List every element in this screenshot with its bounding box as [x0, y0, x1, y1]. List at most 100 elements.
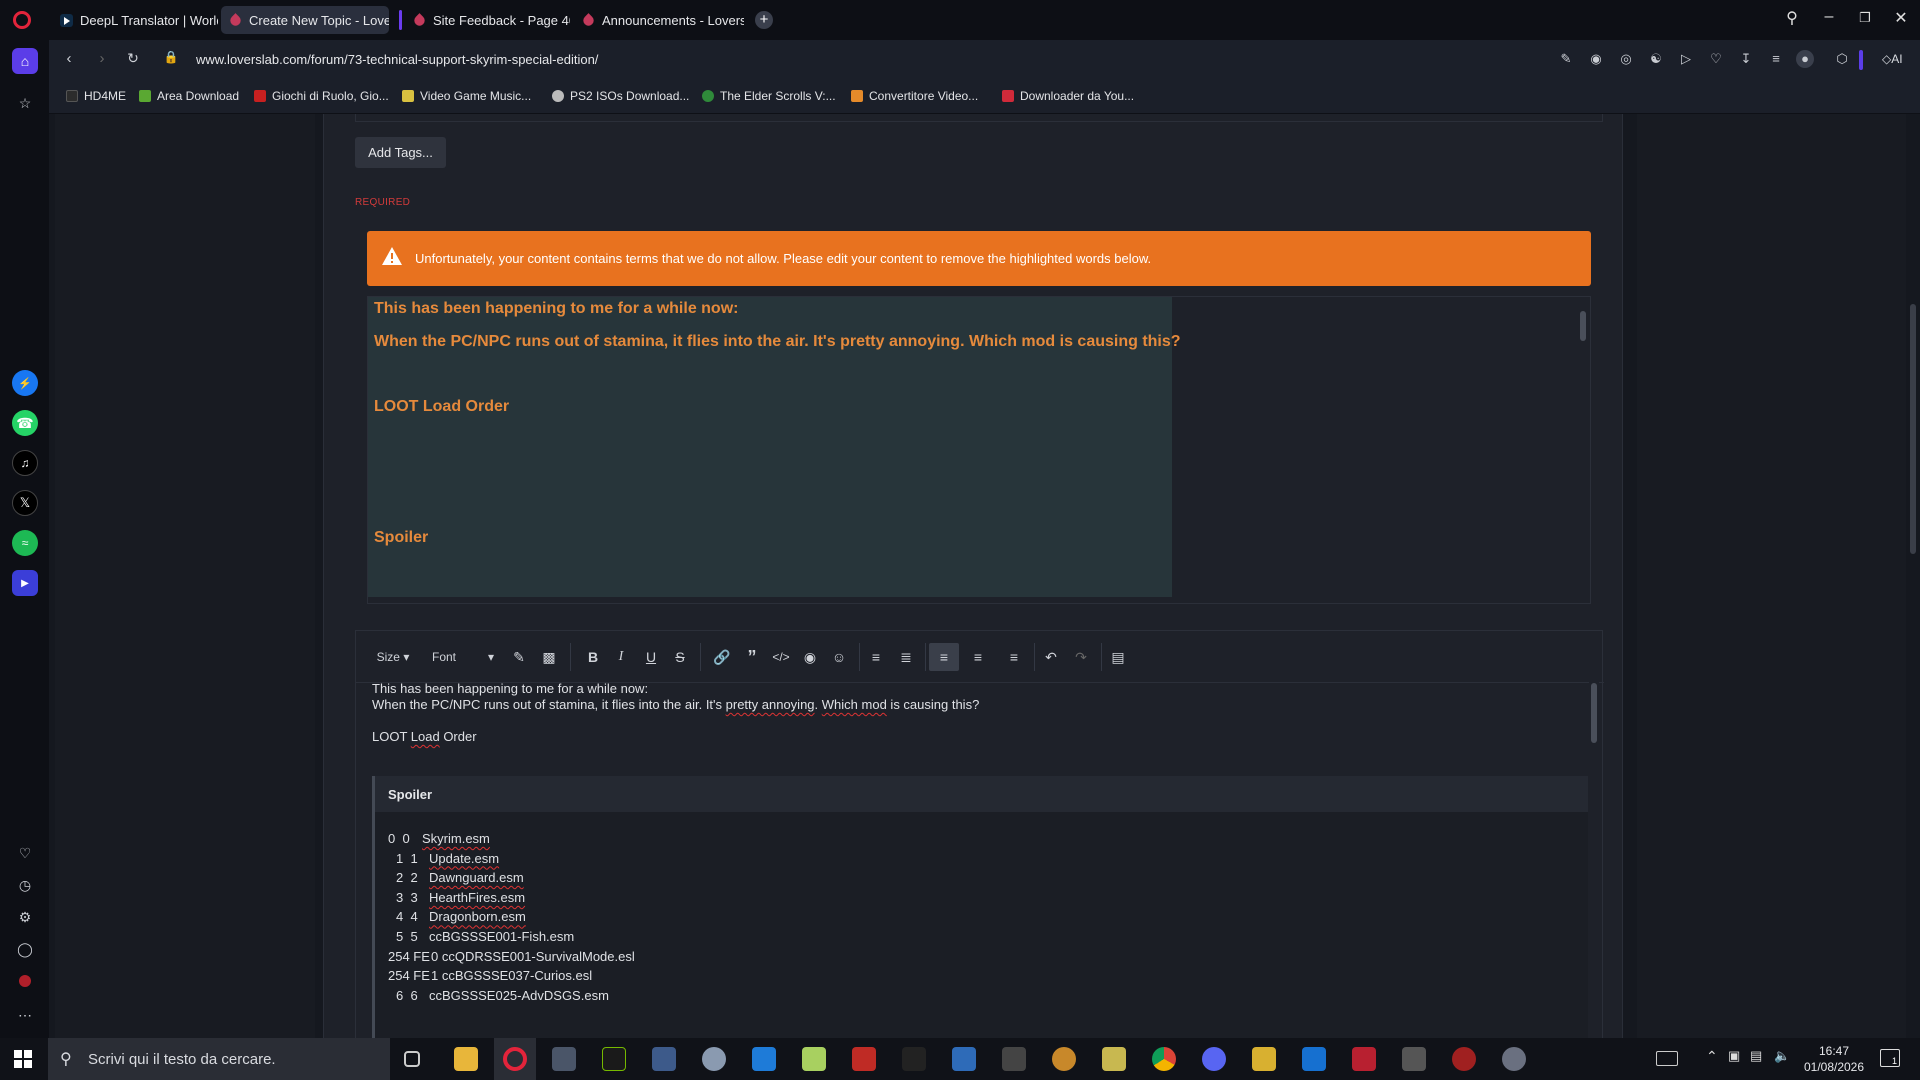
bookmark-ps2-isos[interactable]: PS2 ISOs Download...	[552, 89, 689, 103]
editor-line[interactable]: When the PC/NPC runs out of stamina, it …	[372, 697, 979, 712]
translate-icon[interactable]: ☯	[1647, 50, 1665, 68]
bookmark-area-download[interactable]: Area Download	[139, 89, 239, 103]
shield-icon[interactable]: ◎	[1617, 50, 1635, 68]
heart-bookmark-icon[interactable]: ♡	[1707, 50, 1725, 68]
emoji-icon[interactable]: ☺	[826, 643, 852, 671]
underline-button[interactable]: U	[638, 643, 664, 671]
camera-icon[interactable]: ◉	[1587, 50, 1605, 68]
spoiler-block[interactable]: Spoiler 0 0 Skyrim.esm 1 1 Update.esm 2 2 Daw…	[372, 776, 1588, 1038]
forward-icon[interactable]: ›	[92, 50, 112, 67]
file-explorer-icon[interactable]	[454, 1047, 478, 1071]
preview-scrollbar[interactable]	[1578, 297, 1588, 603]
map-app-icon[interactable]	[1102, 1047, 1126, 1071]
new-tab-button[interactable]: +	[755, 11, 773, 29]
font-dropdown[interactable]: Font ▾	[432, 643, 494, 671]
folder-app-icon[interactable]	[1252, 1047, 1276, 1071]
align-right-button[interactable]: ≡	[1001, 643, 1027, 671]
app-chevron-icon[interactable]	[902, 1047, 926, 1071]
source-view-icon[interactable]: ▤	[1105, 643, 1131, 671]
reload-icon[interactable]: ↻	[123, 50, 143, 67]
play-icon[interactable]: ▷	[1677, 50, 1695, 68]
minimize-button[interactable]: –	[1817, 8, 1841, 26]
volume-icon[interactable]: 🔈	[1774, 1048, 1790, 1064]
task-view-icon[interactable]	[404, 1051, 420, 1067]
extensions-icon[interactable]: ⬡	[1833, 50, 1851, 68]
editor-line[interactable]: This has been happening to me for a whil…	[372, 681, 648, 696]
bold-button[interactable]: B	[580, 643, 606, 671]
puzzle-app-icon[interactable]	[1402, 1047, 1426, 1071]
more-icon[interactable]: ⋯	[12, 1002, 38, 1028]
red-app-icon[interactable]	[1352, 1047, 1376, 1071]
bookmark-hd4me[interactable]: HD4ME	[66, 89, 126, 103]
spoiler-title[interactable]: Spoiler	[375, 776, 1588, 812]
tab-site-feedback[interactable]: Site Feedback - Page 40 -	[405, 6, 570, 34]
download-icon[interactable]: ↧	[1737, 50, 1755, 68]
heart-icon[interactable]: ♡	[12, 840, 38, 866]
tab-announcements[interactable]: Announcements - LoversL	[574, 6, 744, 34]
align-left-button[interactable]: ≡	[929, 643, 959, 671]
blue-app-icon[interactable]	[1302, 1047, 1326, 1071]
bookmark-video-game-music[interactable]: Video Game Music...	[402, 89, 531, 103]
calculator-icon[interactable]	[1002, 1047, 1026, 1071]
home-icon[interactable]: ⌂	[12, 48, 38, 74]
italic-button[interactable]: I	[608, 643, 634, 671]
history-icon[interactable]: ◷	[12, 872, 38, 898]
tab-deepl[interactable]: DeepL Translator | World's	[52, 6, 218, 34]
editor-scroll-thumb[interactable]	[1591, 683, 1597, 743]
bulleted-list-icon[interactable]: ≡	[863, 643, 889, 671]
editor-line[interactable]: LOOT Load Order	[372, 729, 477, 744]
utility-app-icon[interactable]	[702, 1047, 726, 1071]
x-twitter-icon[interactable]: 𝕏	[12, 490, 38, 516]
bookmark-elder-scrolls[interactable]: The Elder Scrolls V:...	[702, 89, 836, 103]
code-icon[interactable]: </>	[768, 643, 794, 671]
numbered-list-icon[interactable]: ≣	[893, 643, 919, 671]
spotify-icon[interactable]: ≈	[12, 530, 38, 556]
windows-start-icon[interactable]	[14, 1050, 32, 1068]
tab-create-new-topic[interactable]: Create New Topic - Lovers	[221, 6, 389, 34]
whatsapp-icon[interactable]: ☎	[12, 410, 38, 436]
chrome-icon[interactable]	[1152, 1047, 1176, 1071]
taskbar-search-input[interactable]: ⚲ Scrivi qui il testo da cercare.	[48, 1038, 390, 1080]
background-color-icon[interactable]: ▩	[536, 643, 562, 671]
nvidia-icon[interactable]	[602, 1047, 626, 1071]
align-center-button[interactable]: ≡	[965, 643, 991, 671]
target-app-icon[interactable]	[1452, 1047, 1476, 1071]
add-tags-button[interactable]: Add Tags...	[355, 137, 446, 168]
page-scrollbar[interactable]	[1906, 114, 1920, 1038]
globe-app-icon[interactable]	[1502, 1047, 1526, 1071]
profile-icon[interactable]: ●	[1796, 50, 1814, 68]
game-app-icon[interactable]	[1052, 1047, 1076, 1071]
windows-app-icon[interactable]	[752, 1047, 776, 1071]
spoiler-eye-icon[interactable]: ◉	[797, 643, 823, 671]
feather-app-icon[interactable]	[652, 1047, 676, 1071]
filezilla-icon[interactable]	[852, 1047, 876, 1071]
back-icon[interactable]: ‹	[59, 50, 79, 67]
aria-ai-button[interactable]: ◇AI	[1882, 52, 1903, 66]
redo-icon[interactable]: ↷	[1068, 643, 1094, 671]
messenger-icon[interactable]: ⚡	[12, 370, 38, 396]
network-icon[interactable]: ▤	[1750, 1048, 1762, 1064]
preview-scroll-thumb[interactable]	[1580, 311, 1586, 341]
taskbar-clock[interactable]: 16:47 01/08/2026	[1800, 1043, 1868, 1075]
tab-search-icon[interactable]: ⚲	[1780, 8, 1804, 28]
notepad-icon[interactable]	[802, 1047, 826, 1071]
quote-icon[interactable]: ”	[739, 643, 765, 671]
discord-icon[interactable]	[1202, 1047, 1226, 1071]
tray-device-icon[interactable]: ▣	[1728, 1048, 1740, 1064]
speed-dial-icon[interactable]: ☆	[12, 90, 38, 116]
notifications-icon[interactable]: 1	[1880, 1049, 1900, 1067]
undo-icon[interactable]: ↶	[1038, 643, 1064, 671]
url-field[interactable]: www.loverslab.com/forum/73-technical-sup…	[196, 52, 598, 67]
size-dropdown[interactable]: Size ▾	[372, 643, 414, 671]
ublock-icon[interactable]	[12, 968, 38, 994]
tiktok-icon[interactable]: ♫	[12, 450, 38, 476]
edit-icon[interactable]: ✎	[1557, 50, 1575, 68]
page-scroll-thumb[interactable]	[1910, 304, 1916, 554]
editor-scrollbar[interactable]	[1589, 669, 1599, 1038]
tray-chevron-icon[interactable]: ⌃	[1706, 1048, 1718, 1065]
settings-gear-icon[interactable]: ⚙	[12, 904, 38, 930]
restore-button[interactable]: ❐	[1853, 10, 1877, 26]
link-icon[interactable]: 🔗	[709, 643, 735, 671]
close-window-button[interactable]: ✕	[1889, 8, 1913, 28]
steam-deck-icon[interactable]	[552, 1047, 576, 1071]
